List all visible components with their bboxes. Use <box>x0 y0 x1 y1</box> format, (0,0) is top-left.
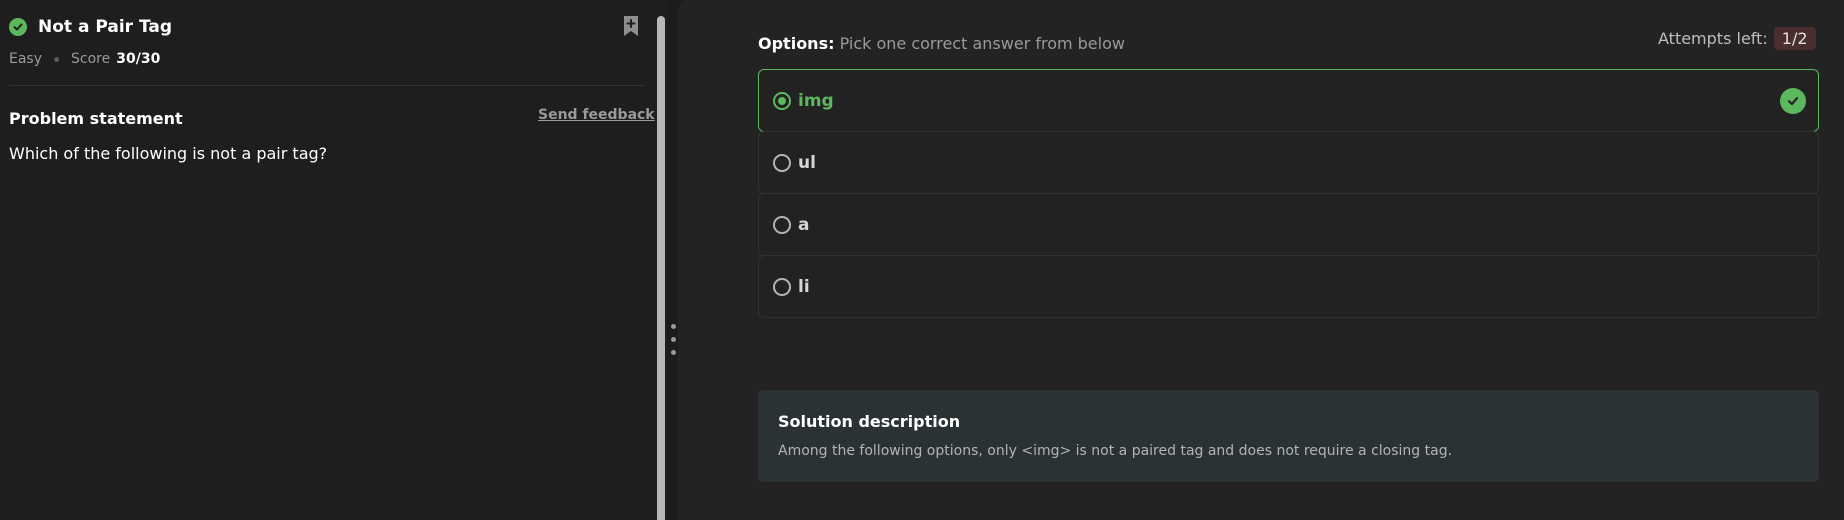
option-label: ul <box>798 152 816 173</box>
separator-dot <box>54 56 60 62</box>
panel-splitter[interactable] <box>656 0 667 520</box>
divider <box>9 85 645 86</box>
option-label: img <box>798 90 834 111</box>
options-header: Options: Pick one correct answer from be… <box>758 34 1125 53</box>
splitter-scrollbar[interactable] <box>657 16 665 520</box>
attempts-label: Attempts left: <box>1658 29 1768 48</box>
radio-icon[interactable] <box>773 153 791 172</box>
solution-title: Solution description <box>778 412 961 431</box>
problem-meta: Easy Score 30/30 <box>9 51 160 67</box>
option-li[interactable]: li <box>758 255 1819 318</box>
attempts-indicator: Attempts left: 1/2 <box>1658 27 1816 50</box>
radio-icon[interactable] <box>773 277 791 296</box>
option-ul[interactable]: ul <box>758 131 1819 194</box>
solution-text: Among the following options, only <img> … <box>778 443 1453 459</box>
solved-check-icon <box>9 18 27 36</box>
problem-title: Not a Pair Tag <box>38 17 172 37</box>
option-img[interactable]: img <box>758 69 1819 132</box>
send-feedback-link[interactable]: Send feedback <box>538 107 655 123</box>
problem-panel: Not a Pair Tag Easy Score 30/30 Problem … <box>0 0 656 520</box>
option-a[interactable]: a <box>758 193 1819 256</box>
options-label: Options: <box>758 34 835 53</box>
answer-panel: Options: Pick one correct answer from be… <box>678 0 1844 520</box>
app-root: Not a Pair Tag Easy Score 30/30 Problem … <box>0 0 1844 520</box>
solution-box: Solution description Among the following… <box>758 390 1819 482</box>
correct-check-icon <box>1780 88 1806 114</box>
problem-question: Which of the following is not a pair tag… <box>9 144 328 163</box>
options-hint: Pick one correct answer from below <box>839 34 1125 53</box>
problem-title-row: Not a Pair Tag <box>9 17 172 37</box>
option-label: a <box>798 214 810 235</box>
radio-selected-icon[interactable] <box>773 91 791 110</box>
problem-statement-heading: Problem statement <box>9 109 183 128</box>
attempts-badge: 1/2 <box>1773 27 1816 50</box>
option-label: li <box>798 276 810 297</box>
score-label: Score <box>71 51 111 67</box>
difficulty-label: Easy <box>9 51 43 67</box>
radio-icon[interactable] <box>773 215 791 234</box>
bookmark-plus-icon[interactable] <box>622 15 640 37</box>
score-value: 30/30 <box>116 51 161 67</box>
